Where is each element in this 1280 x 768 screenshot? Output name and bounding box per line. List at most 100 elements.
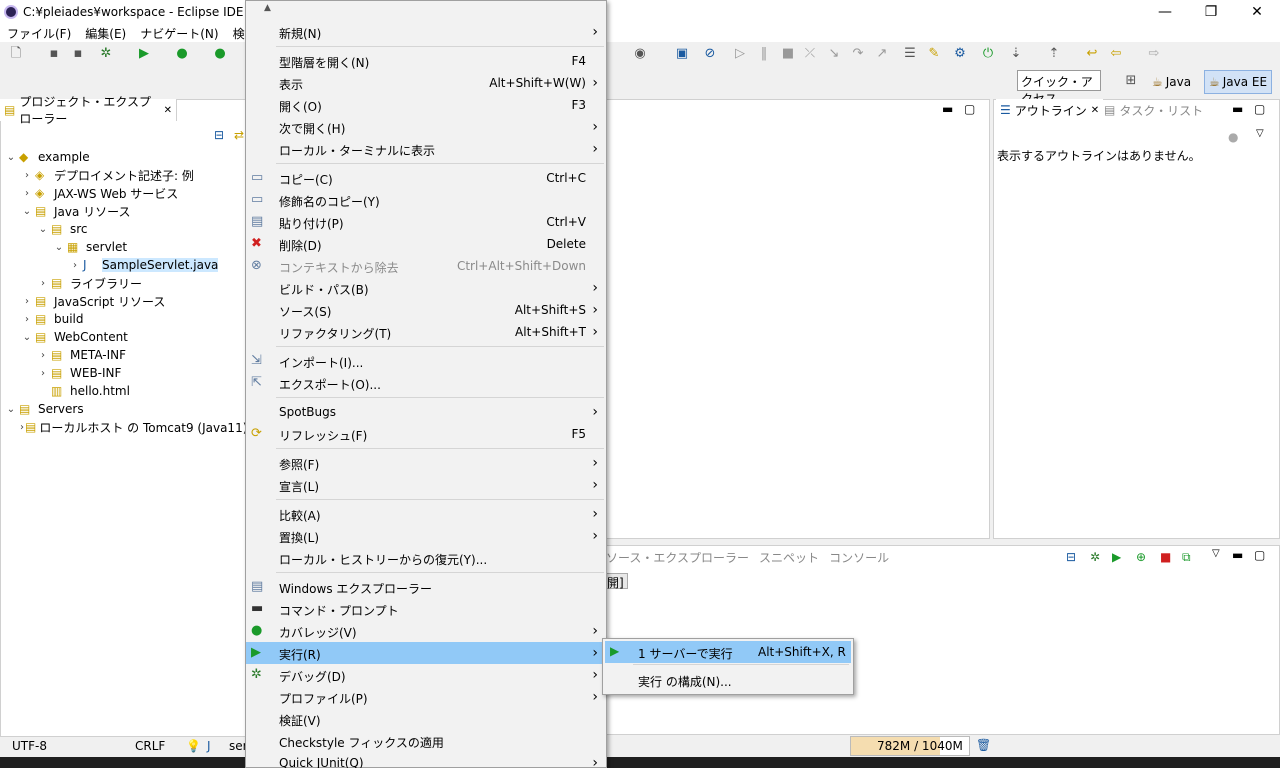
forward-icon[interactable]: ⇨: [1146, 46, 1162, 62]
new-icon[interactable]: 🗋: [8, 46, 24, 62]
chevron-right-icon[interactable]: ›: [68, 260, 82, 271]
annotation-icon[interactable]: ✎: [926, 46, 942, 62]
tree-item[interactable]: › ▤ build: [4, 310, 244, 328]
close-tab-icon[interactable]: ✕: [164, 105, 172, 116]
task-list-tab[interactable]: ▤ タスク・リスト: [1100, 99, 1207, 121]
debug-server-icon[interactable]: ✲: [1090, 550, 1100, 564]
maximize-bottom-icon[interactable]: ▢: [1254, 548, 1265, 562]
context-menu-item[interactable]: ▭ コピー(C) Ctrl+C: [246, 167, 606, 189]
suspend-icon[interactable]: ‖: [756, 46, 772, 62]
bottom-view-menu-icon[interactable]: ▽: [1212, 548, 1220, 559]
menu-file[interactable]: ファイル(F): [0, 23, 78, 42]
tab-console[interactable]: コンソール: [829, 549, 889, 567]
link-editor-icon[interactable]: ⇄: [234, 128, 244, 142]
chevron-down-icon[interactable]: ⌄: [4, 152, 18, 163]
chevron-right-icon[interactable]: ›: [20, 170, 34, 181]
menu-edit[interactable]: 編集(E): [78, 23, 133, 42]
minimize-editor-icon[interactable]: ▬: [942, 102, 953, 116]
maximize-outline-icon[interactable]: ▢: [1254, 102, 1265, 116]
toggle-icon[interactable]: ▣: [674, 46, 690, 62]
context-menu-item[interactable]: SpotBugs ›: [246, 401, 606, 423]
context-menu-item[interactable]: 検証(V): [246, 708, 606, 730]
tree-item[interactable]: ⌄ ▤ Java リソース: [4, 202, 244, 220]
collapse-all-icon[interactable]: ⊟: [214, 128, 224, 142]
context-menu-item[interactable]: ローカル・ターミナルに表示 ›: [246, 138, 606, 160]
context-menu-item[interactable]: ● カバレッジ(V) ›: [246, 620, 606, 642]
back-icon[interactable]: ⇦: [1108, 46, 1124, 62]
context-menu-item[interactable]: ▭ 修飾名のコピー(Y): [246, 189, 606, 211]
next-annotation-icon[interactable]: ⇡: [1046, 46, 1062, 62]
terminate-icon[interactable]: ■: [780, 46, 796, 62]
context-menu-item[interactable]: ▬ コマンド・プロンプト: [246, 598, 606, 620]
run-on-server-item[interactable]: ▶ 1 サーバーで実行 Alt+Shift+X, R: [605, 641, 851, 663]
publish-icon[interactable]: ⧉: [1182, 550, 1191, 565]
context-menu-item[interactable]: ⇲ インポート(I)...: [246, 350, 606, 372]
tree-item[interactable]: › J SampleServlet.java: [4, 256, 244, 274]
profile-server-icon[interactable]: ⊕: [1136, 550, 1146, 564]
context-menu-item[interactable]: 開く(O) F3: [246, 94, 606, 116]
context-menu-item[interactable]: ▤ Windows エクスプローラー: [246, 576, 606, 598]
maximize-editor-icon[interactable]: ▢: [964, 102, 975, 116]
settings-icon[interactable]: ⚙: [952, 46, 968, 62]
scroll-up-icon[interactable]: ▲: [246, 3, 606, 19]
servers-toolbar-icon[interactable]: ⊟: [1066, 550, 1076, 564]
encoding-indicator[interactable]: UTF-8: [12, 739, 47, 753]
tree-item[interactable]: › ▤ JavaScript リソース: [4, 292, 244, 310]
step-into-icon[interactable]: ↘: [826, 46, 842, 62]
coverage-icon[interactable]: ●: [174, 46, 190, 62]
step-return-icon[interactable]: ↗: [874, 46, 890, 62]
context-menu-item[interactable]: 置換(L) ›: [246, 525, 606, 547]
start-server-icon[interactable]: ▶: [1112, 550, 1121, 564]
chevron-right-icon[interactable]: ›: [36, 278, 50, 289]
perspective-javaee[interactable]: ☕ Java EE: [1204, 70, 1273, 94]
context-menu-item[interactable]: 次で開く(H) ›: [246, 116, 606, 138]
tree-item[interactable]: ⌄ ▤ src: [4, 220, 244, 238]
context-menu-item[interactable]: 新規(N) ›: [246, 21, 606, 43]
context-menu-item[interactable]: ▶ 実行(R) ›: [246, 642, 606, 664]
heap-status[interactable]: 782M / 1040M: [850, 736, 970, 756]
context-menu-item[interactable]: 宣言(L) ›: [246, 474, 606, 496]
last-edit-icon[interactable]: ↩: [1084, 46, 1100, 62]
chevron-right-icon[interactable]: ›: [20, 422, 24, 433]
tree-item[interactable]: › ▤ META-INF: [4, 346, 244, 364]
prev-annotation-icon[interactable]: ⇣: [1008, 46, 1024, 62]
stop-server-icon[interactable]: ■: [1160, 550, 1171, 564]
tab-snippets[interactable]: スニペット: [759, 549, 819, 567]
external-tools-icon[interactable]: ●: [212, 46, 228, 62]
view-menu-icon[interactable]: ▽: [1256, 128, 1264, 139]
chevron-down-icon[interactable]: ⌄: [52, 242, 66, 253]
chevron-right-icon[interactable]: ›: [20, 314, 34, 325]
context-menu-item[interactable]: ⟳ リフレッシュ(F) F5: [246, 423, 606, 445]
minimize-outline-icon[interactable]: ▬: [1232, 102, 1243, 116]
context-menu-item[interactable]: Quick JUnit(Q) ›: [246, 752, 606, 768]
tree-item[interactable]: ⌄ ▤ WebContent: [4, 328, 244, 346]
context-menu-item[interactable]: ソース(S) Alt+Shift+S ›: [246, 299, 606, 321]
close-button[interactable]: ✕: [1234, 0, 1280, 23]
chevron-right-icon[interactable]: ›: [20, 296, 34, 307]
tree-item[interactable]: › ◈ デプロイメント記述子: 例: [4, 166, 244, 184]
context-menu-item[interactable]: プロファイル(P) ›: [246, 686, 606, 708]
chevron-right-icon[interactable]: ›: [36, 350, 50, 361]
step-over-icon[interactable]: ↷: [850, 46, 866, 62]
chevron-right-icon[interactable]: ›: [36, 368, 50, 379]
outline-tab[interactable]: ☰ アウトライン ✕: [996, 99, 1104, 121]
context-menu-item[interactable]: ✲ デバッグ(D) ›: [246, 664, 606, 686]
debug-icon[interactable]: ✲: [98, 46, 114, 62]
minimize-bottom-icon[interactable]: ▬: [1232, 548, 1243, 562]
context-menu-item[interactable]: Checkstyle フィックスの適用: [246, 730, 606, 752]
tree-item[interactable]: ▥ hello.html: [4, 382, 244, 400]
context-menu-item[interactable]: 型階層を開く(N) F4: [246, 50, 606, 72]
disconnect-icon[interactable]: ⤫: [802, 46, 818, 62]
context-menu-item[interactable]: ⇱ エクスポート(O)...: [246, 372, 606, 394]
context-menu-item[interactable]: ビルド・パス(B) ›: [246, 277, 606, 299]
garbage-collect-icon[interactable]: 🗑: [976, 738, 991, 752]
tree-item[interactable]: › ▤ ローカルホスト の Tomcat9 (Java11)-co: [4, 418, 266, 436]
perspective-java[interactable]: ☕ Java: [1148, 70, 1195, 94]
run-icon[interactable]: ▶: [136, 46, 152, 62]
open-perspective-icon[interactable]: ⊞: [1123, 73, 1139, 89]
run-configurations-item[interactable]: 実行 の構成(N)...: [605, 669, 851, 691]
outline-options-icon[interactable]: ●: [1228, 130, 1238, 144]
line-ending-indicator[interactable]: CRLF: [135, 739, 165, 753]
tree-item[interactable]: ⌄ ▤ Servers: [4, 400, 244, 418]
server-start-icon[interactable]: ⏻: [980, 46, 996, 62]
